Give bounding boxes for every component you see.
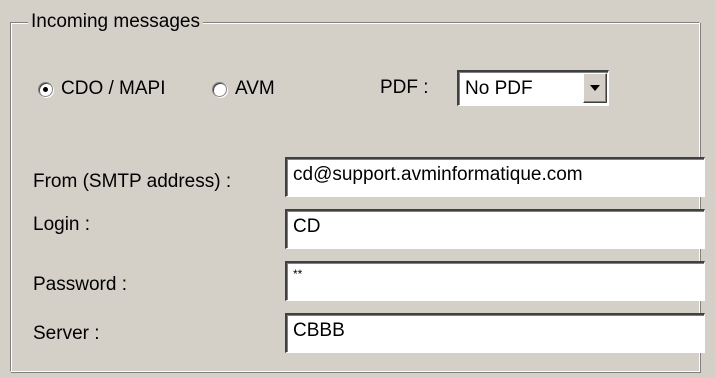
server-label: Server :: [33, 323, 100, 344]
password-field[interactable]: **: [285, 261, 705, 301]
password-field-value: **: [293, 267, 303, 281]
pdf-dropdown-button[interactable]: [583, 73, 607, 103]
radio-checked-icon[interactable]: [38, 81, 53, 97]
login-field[interactable]: CD: [285, 209, 705, 249]
password-label: Password :: [33, 274, 127, 295]
login-label: Login :: [33, 214, 91, 235]
chevron-down-icon: [590, 85, 600, 91]
pdf-select-value: No PDF: [465, 78, 533, 99]
pdf-select[interactable]: No PDF: [457, 70, 609, 106]
radio-unchecked-icon[interactable]: [212, 81, 227, 97]
server-field-value: CBBB: [293, 320, 345, 341]
radio-cdo-mapi-label: CDO / MAPI: [61, 78, 166, 99]
radio-avm-label: AVM: [235, 78, 275, 99]
server-field[interactable]: CBBB: [285, 313, 705, 353]
radio-cdo-mapi[interactable]: CDO / MAPI: [38, 78, 166, 100]
from-label: From (SMTP address) :: [33, 171, 232, 192]
groupbox-title: Incoming messages: [28, 10, 203, 34]
from-field[interactable]: cd@support.avminformatique.com: [285, 157, 705, 197]
pdf-label: PDF :: [380, 77, 429, 98]
from-field-value: cd@support.avminformatique.com: [293, 164, 583, 185]
radio-avm[interactable]: AVM: [212, 78, 275, 100]
login-field-value: CD: [293, 216, 321, 237]
